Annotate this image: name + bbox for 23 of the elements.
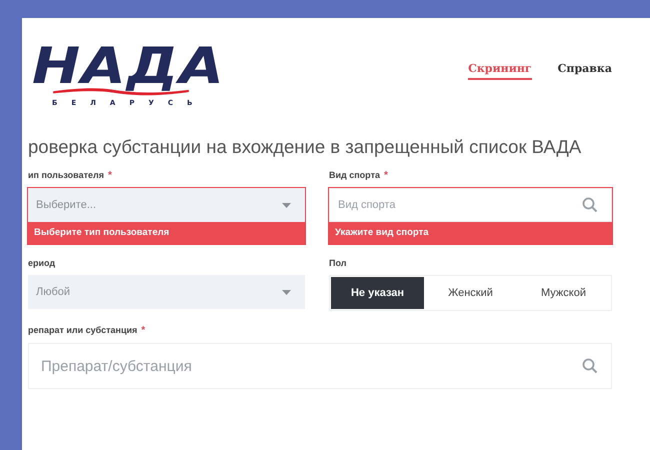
caret-icon [282, 202, 291, 208]
error-message: Укажите вид спорта [329, 222, 612, 244]
field-label: ериод [28, 258, 56, 268]
logo-text: НАДА [32, 41, 225, 91]
caret-icon [282, 290, 291, 294]
field-label: Пол [329, 258, 346, 268]
required-mark: * [108, 170, 112, 181]
gender-option[interactable]: Не указан [331, 277, 424, 309]
search-icon[interactable] [582, 358, 598, 374]
search-field[interactable]: Препарат/субстанция [28, 343, 612, 389]
search-icon[interactable] [582, 197, 598, 213]
required-mark: * [384, 170, 388, 181]
field-label: Вид спорта [329, 170, 380, 180]
select-value: Любой [36, 286, 70, 298]
search-field[interactable]: Вид спорта [329, 188, 612, 222]
page-title: роверка субстанции на вхождение в запрещенный список ВАДА [28, 136, 582, 158]
select-value: Выберите... [36, 199, 96, 211]
nav-link[interactable]: Скрининг [468, 62, 532, 80]
field-label: ип пользователя [28, 170, 104, 180]
error-message: Выберите тип пользователя [28, 222, 305, 244]
nav-link[interactable]: Справка [558, 62, 612, 80]
required-mark: * [141, 325, 146, 336]
field-label: репарат или субстанция [28, 325, 138, 335]
